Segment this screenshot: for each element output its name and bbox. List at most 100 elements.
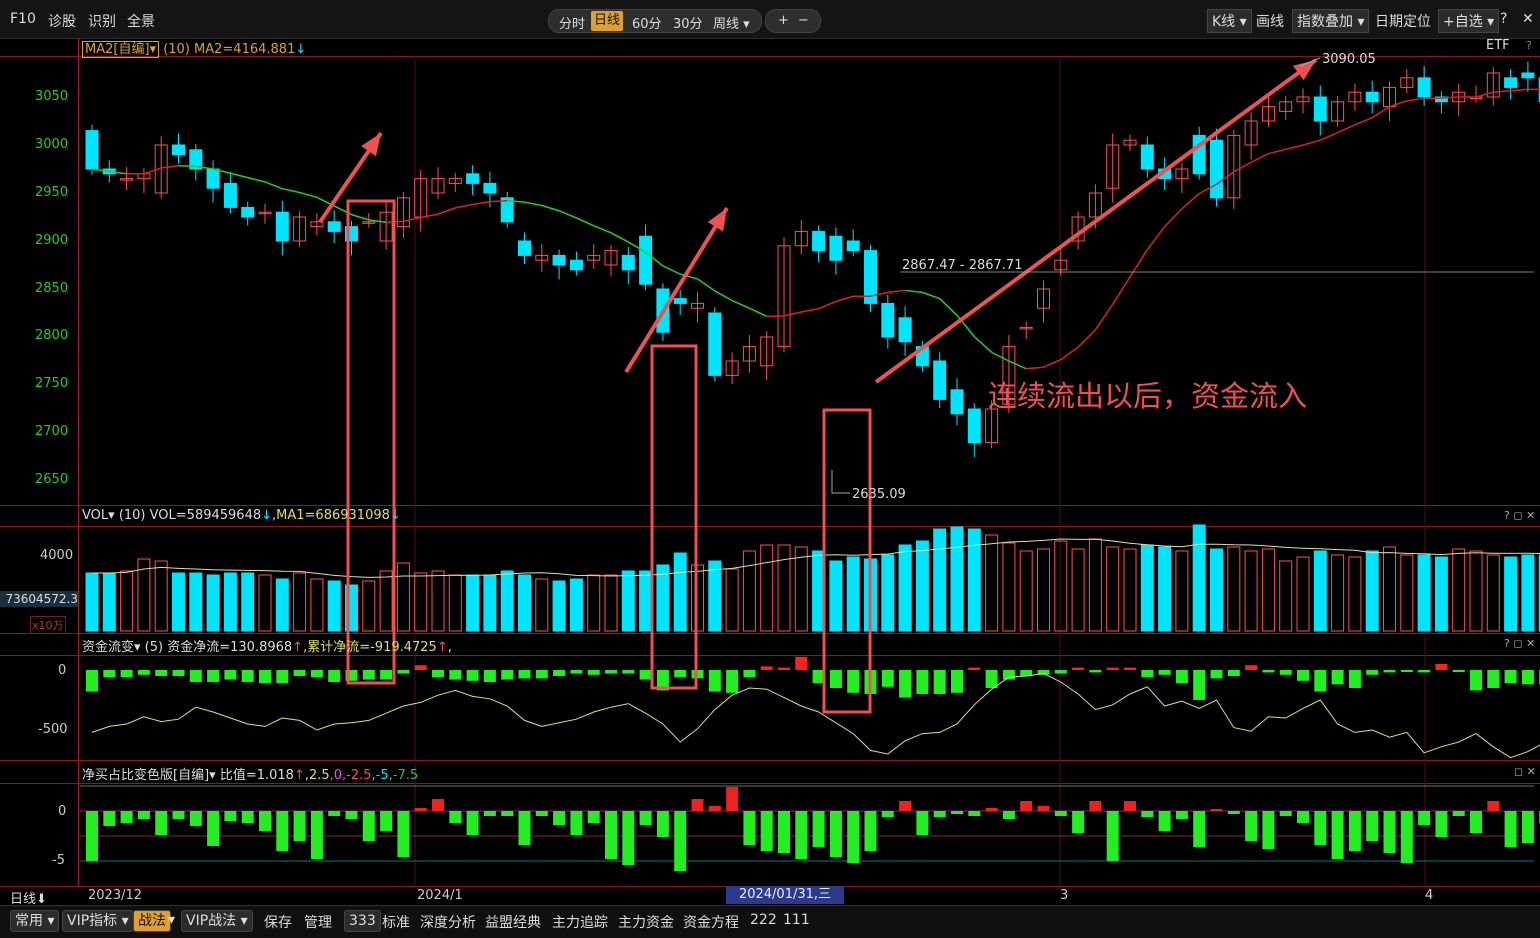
ratio-bar — [1470, 811, 1482, 833]
flow-bar — [1366, 670, 1378, 675]
candle-body — [882, 303, 894, 337]
tab-standard[interactable]: 标准 — [382, 912, 410, 932]
candle-body — [847, 241, 859, 251]
ratio-bar — [1038, 806, 1050, 811]
volume-bar — [916, 541, 928, 631]
volume-bar — [1055, 541, 1067, 631]
volume-bar — [1072, 549, 1084, 631]
volume-bar — [1262, 549, 1274, 631]
tab-111[interactable]: 111 — [783, 912, 810, 928]
tab-classic[interactable]: 益盟经典 — [485, 912, 541, 932]
flow-panel-controls[interactable]: ? ◻ ✕ — [1504, 637, 1535, 650]
volume-bar — [259, 575, 271, 631]
candle-body — [1522, 73, 1534, 78]
flow-bar — [934, 670, 946, 694]
ratio-bar — [1159, 811, 1171, 831]
volume-bar — [1297, 557, 1309, 631]
ma-segment — [784, 312, 801, 316]
flow-bar — [588, 670, 600, 675]
ma-segment — [732, 301, 749, 309]
volume-bar — [501, 571, 513, 631]
ma-segment — [1476, 92, 1493, 97]
flow-bar — [449, 670, 461, 680]
ratio-bar — [986, 808, 998, 811]
ma-segment — [1441, 97, 1458, 98]
candle-body — [951, 390, 963, 414]
ratio-panel-controls[interactable]: ◻ ✕ — [1514, 765, 1536, 778]
volume-bar — [467, 575, 479, 631]
volume-bar — [968, 529, 980, 631]
flow-bar — [224, 670, 236, 680]
vol-ma1-value: ,MA1=686931098 — [272, 508, 390, 523]
kline-chart[interactable] — [0, 0, 1540, 937]
flow-bar — [830, 670, 842, 688]
flow-bar — [899, 670, 911, 698]
candle-body — [968, 409, 980, 443]
ratio-bar — [207, 811, 219, 846]
ma-segment — [1234, 162, 1251, 172]
flow-bar — [1159, 670, 1171, 675]
ma-segment — [663, 266, 680, 274]
volume-bar — [726, 569, 738, 631]
tab-capital-equation[interactable]: 资金方程 — [683, 912, 739, 932]
tab-vip-indicator[interactable]: VIP指标 ▾ — [62, 910, 134, 932]
flow-header: 资金流变▾ (5) 资金净流=130.8968↑,累计净流=-919.4725↑… — [82, 636, 452, 655]
vol-panel-controls[interactable]: ? ◻ ✕ — [1504, 509, 1535, 522]
save-button[interactable]: 保存 — [264, 912, 292, 932]
flow-net-value: 资金净流=130.8968 — [167, 640, 292, 655]
candle-body — [899, 318, 911, 342]
tab-strategy[interactable]: 战法 — [133, 910, 171, 932]
ratio-bar — [1280, 811, 1292, 816]
ma-segment — [940, 299, 957, 316]
manage-button[interactable]: 管理 — [304, 912, 332, 932]
ma-segment — [1303, 140, 1320, 145]
ratio-indicator-selector[interactable]: 净买占比变色版[自编]▾ — [82, 768, 216, 783]
candle-body — [467, 174, 479, 184]
flow-indicator-selector[interactable]: 资金流变▾ — [82, 640, 141, 655]
flow-bar — [467, 670, 479, 681]
flow-bar — [968, 668, 980, 670]
ma-segment — [1511, 89, 1528, 90]
tab-strategy-dropdown[interactable]: ▾ — [168, 912, 175, 928]
flow-bar — [1211, 670, 1223, 678]
ma-segment — [1390, 101, 1407, 107]
tab-222[interactable]: 222 — [750, 912, 777, 928]
volume-bar — [242, 573, 254, 631]
volume-bar — [1401, 555, 1413, 631]
tab-main-capital[interactable]: 主力资金 — [618, 912, 674, 932]
ratio-bar — [1072, 811, 1084, 833]
vol-indicator-selector[interactable]: VOL▾ — [82, 508, 115, 523]
ratio-bar — [1314, 811, 1326, 845]
tab-deep-analysis[interactable]: 深度分析 — [420, 912, 476, 932]
volume-bar — [1211, 549, 1223, 631]
tab-main-tracking[interactable]: 主力追踪 — [552, 912, 608, 932]
flow-param: (5) — [145, 640, 163, 655]
ratio-bar — [190, 811, 202, 826]
flow-bar — [1470, 670, 1482, 690]
candle-body — [570, 260, 582, 270]
tab-333[interactable]: 333 — [344, 910, 381, 932]
candle-body — [1505, 78, 1517, 88]
flow-bar — [1487, 670, 1499, 688]
flow-bar — [1055, 670, 1067, 674]
ma-segment — [611, 233, 628, 242]
flow-bar — [743, 670, 755, 677]
ratio-bar — [121, 811, 133, 823]
ma-segment — [542, 205, 559, 210]
ma-segment — [1493, 91, 1510, 92]
tab-common[interactable]: 常用 ▾ — [10, 910, 59, 932]
volume-bar — [276, 579, 288, 631]
volume-bar — [207, 575, 219, 631]
flow-bar — [103, 670, 115, 677]
flow-bar — [1401, 670, 1413, 672]
ratio-bar — [743, 811, 755, 845]
flow-bar — [916, 670, 928, 694]
ratio-bar — [916, 811, 928, 835]
flow-bar — [328, 670, 340, 682]
ma-segment — [1407, 98, 1424, 100]
tab-vip-strategy[interactable]: VIP战法 ▾ — [181, 910, 253, 932]
flow-bar — [951, 670, 963, 693]
candle-body — [1211, 140, 1223, 198]
flow-bar — [1228, 670, 1240, 676]
ratio-bar — [380, 811, 392, 831]
